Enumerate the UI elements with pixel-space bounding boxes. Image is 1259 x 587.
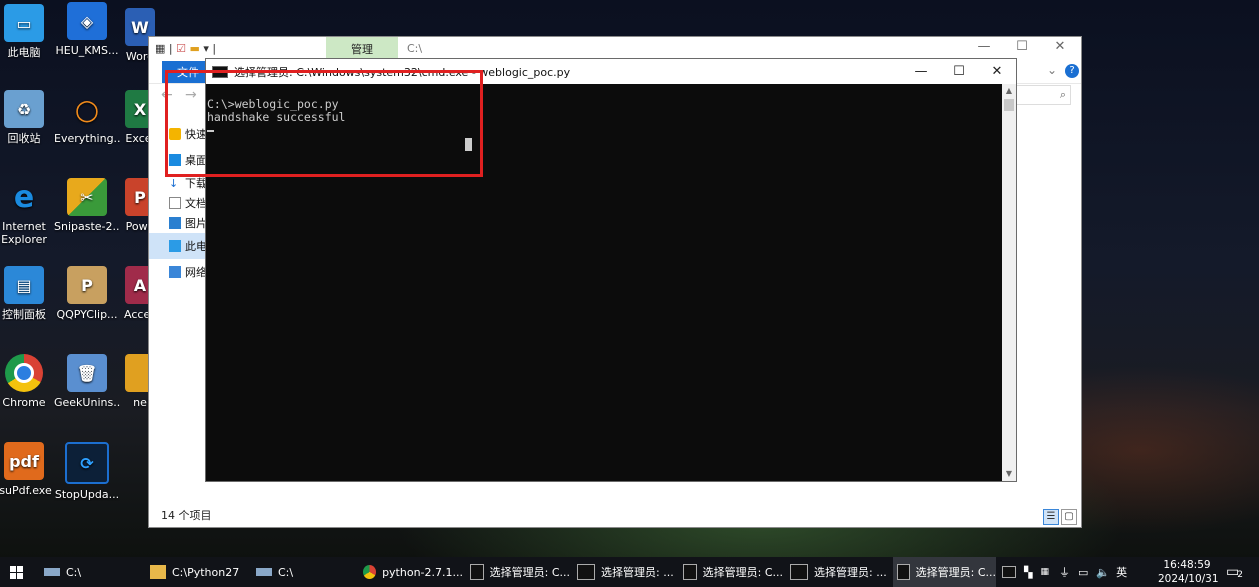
input-method-indicator[interactable]: 英 (1116, 564, 1127, 580)
close-icon[interactable]: ✕ (1045, 39, 1075, 59)
cmd-icon (790, 564, 808, 580)
search-icon: ⌕ (1059, 88, 1066, 101)
desktop-icon-ie[interactable]: e Internet Explorer (0, 178, 57, 246)
desktop-icon-this-pc[interactable]: ▭ 此电脑 (0, 4, 57, 59)
desktop-icon-chrome[interactable]: Chrome (0, 354, 57, 409)
large-icons-view-icon[interactable]: ▢ (1061, 509, 1077, 525)
taskbar-item-drive[interactable]: C:\ (44, 557, 144, 587)
network-icon[interactable]: ▭ (1078, 566, 1088, 579)
scroll-up-icon[interactable]: ▲ (1002, 84, 1016, 98)
volume-icon[interactable]: 🔈 (1096, 566, 1110, 579)
document-icon (169, 197, 181, 209)
taskbar-item-cmd[interactable]: 选择管理员: C... (470, 557, 570, 587)
search-icon: ○ (74, 92, 100, 126)
taskbar-item-folder[interactable]: C:\Python27 (150, 557, 250, 587)
internet-explorer-icon: e (13, 179, 35, 215)
desktop-icon-control-panel[interactable]: ▤ 控制面板 (0, 266, 57, 321)
minimize-icon[interactable]: — (969, 39, 999, 59)
drive-icon (44, 568, 60, 576)
chrome-icon (363, 565, 377, 579)
recycle-bin-icon: ♻ (4, 90, 44, 128)
cmd-icon (897, 564, 910, 580)
pdf-icon: pdf (4, 442, 44, 480)
clipboard-icon: P (67, 266, 107, 304)
sidebar-item-this-pc[interactable]: 此电 (149, 233, 207, 259)
taskbar-item-cmd-active[interactable]: 选择管理员: C... (893, 557, 996, 587)
sidebar-item-documents[interactable]: 文档 (149, 193, 207, 213)
cmd-icon (470, 564, 484, 580)
desktop-icon-snipaste[interactable]: ✂ Snipaste-2... (54, 178, 120, 233)
maximize-icon[interactable]: ☐ (940, 59, 978, 84)
desktop-icon-isupdf[interactable]: pdf isuPdf.exe (0, 442, 57, 497)
taskbar: C:\ C:\Python27 C:\ python-2.7.1... 选择管理… (0, 557, 1259, 587)
tray-app-icon[interactable]: ▚ (1024, 566, 1032, 579)
desktop-icon-stopupdates[interactable]: ⟳ StopUpda... (54, 442, 120, 501)
maximize-icon[interactable]: ☐ (1007, 39, 1037, 59)
clock-date: 2024/10/31 (1158, 573, 1219, 585)
details-view-icon[interactable]: ☰ (1043, 509, 1059, 525)
cmd-icon (577, 564, 595, 580)
system-tray: ▚ ▦ ⏚ ▭ 🔈 英 (1002, 557, 1127, 587)
refresh-icon: ⟳ (65, 442, 109, 484)
quick-access-toolbar[interactable]: ▦ | ☑ ▬ ▾ | (155, 42, 216, 55)
taskbar-item-cmd[interactable]: 选择管理员: ... (577, 557, 677, 587)
minimize-icon[interactable]: — (902, 59, 940, 84)
desktop-icon-geekuninstaller[interactable]: 🗑 GeekUnins... (54, 354, 120, 409)
control-panel-icon: ▤ (4, 266, 44, 304)
taskbar-item-cmd[interactable]: 选择管理员: C... (683, 557, 783, 587)
sidebar-item-network[interactable]: 网络 (149, 259, 207, 285)
desktop-icon-heu-kms[interactable]: ◈ HEU_KMS... (54, 2, 120, 57)
start-button[interactable] (0, 557, 32, 587)
cmd-icon (683, 564, 697, 580)
desktop-icon-recycle-bin[interactable]: ♻ 回收站 (0, 90, 57, 145)
clock[interactable]: 16:48:59 2024/10/31 (1158, 558, 1219, 586)
windows-icon (9, 565, 23, 579)
taskbar-item-cmd[interactable]: 选择管理员: ... (790, 557, 890, 587)
scroll-down-icon[interactable]: ▼ (1002, 467, 1016, 481)
close-icon[interactable]: ✕ (978, 59, 1016, 84)
monitor-icon: ▭ (4, 4, 44, 42)
snipaste-icon: ✂ (67, 178, 107, 216)
clock-time: 16:48:59 (1163, 559, 1211, 571)
taskbar-item-chrome[interactable]: python-2.7.1... (363, 557, 463, 587)
download-icon: ↓ (169, 177, 179, 190)
notification-count: 2 (1237, 570, 1243, 580)
tray-app-icon[interactable]: ▦ (1040, 567, 1049, 577)
explorer-title-path: C:\ (407, 42, 423, 55)
status-item-count: 14 个项目 (161, 509, 212, 522)
cmd-scrollbar[interactable]: ▲ ▼ (1002, 84, 1016, 481)
desktop-icon-everything[interactable]: ○ Everything... (54, 90, 120, 145)
network-icon (169, 266, 181, 278)
drive-icon (256, 568, 272, 576)
desktop-icon-qqpyclip[interactable]: P QQPYClip... (54, 266, 120, 321)
trash-icon: 🗑 (67, 354, 107, 392)
search-input[interactable]: ⌕ (1015, 85, 1071, 105)
cube-icon: ◈ (67, 2, 107, 40)
folder-icon (150, 565, 166, 579)
picture-icon (169, 217, 181, 229)
help-icon[interactable]: ? (1065, 64, 1079, 78)
sidebar-item-pictures[interactable]: 图片 (149, 213, 207, 233)
scroll-thumb[interactable] (1004, 99, 1014, 111)
notification-center-button[interactable]: ▭ 2 (1226, 557, 1243, 587)
taskbar-item-drive[interactable]: C:\ (256, 557, 356, 587)
usb-icon[interactable]: ⏚ (1059, 564, 1070, 580)
red-highlight-box (165, 70, 483, 177)
chrome-icon (5, 354, 43, 392)
cmd-icon[interactable] (1002, 566, 1016, 578)
monitor-icon (169, 240, 181, 252)
chevron-down-icon[interactable]: ⌄ (1047, 63, 1057, 77)
